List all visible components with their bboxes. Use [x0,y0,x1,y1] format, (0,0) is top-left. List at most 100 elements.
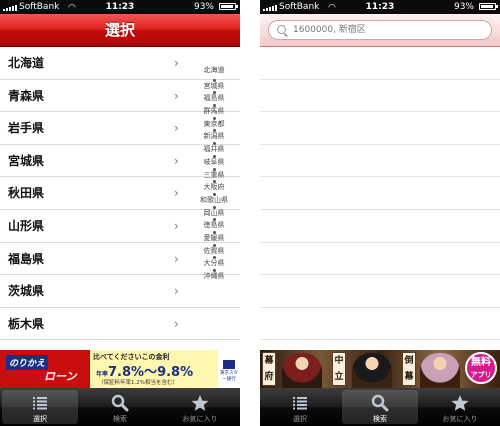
search-field[interactable] [268,20,492,40]
game-ad-tag-tobaku: 倒幕 [402,352,416,386]
section-index-entry[interactable]: 岐阜県 [196,154,232,168]
section-index-label: 愛媛県 [203,233,225,242]
search-input[interactable] [293,23,483,37]
tab-bar: 選択 検索 お気に入り [0,388,240,426]
section-index-label: 北海道 [203,66,225,74]
right-screen: SoftBank ◠ 11:23 93% 幕府 中立 倒幕 無料 アプリ 選択 検… [260,0,500,426]
prefecture-label: 青森県 [8,88,45,103]
free-app-badge-line2: アプリ [470,371,492,379]
section-index-label: 福井県 [203,145,225,154]
chevron-right-icon: › [174,284,179,299]
status-bar: SoftBank ◠ 11:23 93% [260,0,500,14]
empty-row [260,275,500,308]
section-index-entry[interactable]: 大分県 [196,256,232,269]
tab-list[interactable]: 選択 [0,388,80,426]
section-index-label: 岡山県 [203,208,225,217]
star-icon [191,395,209,411]
free-app-badge-line1: 無料 [471,357,491,368]
list-icon [293,397,307,410]
chevron-right-icon: › [174,56,179,70]
section-index-entry[interactable]: 福島県 [196,91,232,104]
game-ad-tag-churitsu: 中立 [332,352,346,386]
battery-level [481,5,494,8]
chevron-right-icon: › [174,153,179,168]
section-index-entry[interactable]: 北海道 [196,66,232,79]
section-index-label: 徳島県 [203,221,225,230]
loan-ad-line2: ローン [44,370,77,383]
section-index-entry[interactable]: 愛媛県 [196,230,232,244]
section-index-entry[interactable]: 徳島県 [196,218,232,231]
battery-percent: 93% [193,2,214,12]
loan-ad-banner[interactable]: のりかえ ローン 比べてくださいこの金利 年率7.8%～9.8% （保証料年率1… [0,350,240,388]
battery-icon [479,3,498,10]
tab-star[interactable]: お気に入り [160,388,240,426]
tab-label: 検索 [373,415,387,423]
section-index-label: 福島県 [203,94,225,103]
game-character-image [420,353,460,388]
empty-row [260,308,500,341]
tab-label: 検索 [113,415,127,423]
bank-logo-icon [223,360,235,369]
section-index[interactable]: 北海道宮城県福島県群馬県東京都新潟県福井県岐阜県三重県大阪府 和歌山県岡山県徳島県… [196,66,232,282]
empty-row [260,47,500,80]
search-icon [371,394,389,412]
empty-row [260,210,500,243]
game-ad-banner[interactable]: 幕府 中立 倒幕 無料 アプリ [260,350,500,388]
game-character-image [352,353,392,388]
section-index-label: 東京都 [203,119,225,128]
prefecture-label: 福島県 [8,251,45,266]
section-index-entry[interactable]: 東京都 [196,116,232,130]
star-icon [451,395,469,411]
search-results-list [260,47,500,341]
empty-row [260,80,500,113]
section-index-entry[interactable]: 岡山県 [196,205,232,219]
tab-label: お気に入り [442,415,478,423]
section-index-entry[interactable]: 群馬県 [196,104,232,117]
tab-list[interactable]: 選択 [260,388,340,426]
prefecture-label: 栃木県 [8,316,45,331]
empty-row [260,243,500,276]
loan-ad-copy: 比べてくださいこの金利 年率7.8%～9.8% （保証料年率1.2%相当を含む） [90,350,218,388]
section-index-entry[interactable]: 沖縄県 [196,269,232,282]
section-index-entry[interactable]: 三重県 [196,167,232,181]
section-index-entry[interactable]: 佐賀県 [196,243,232,257]
battery-percent: 93% [453,2,474,12]
section-index-entry[interactable]: 宮城県 [196,78,232,92]
status-bar: SoftBank ◠ 11:23 93% [0,0,240,14]
search-icon [277,25,286,34]
battery-icon [219,3,238,10]
loan-ad-logo: のりかえ ローン [0,350,90,388]
chevron-right-icon: › [174,316,179,331]
tab-search[interactable]: 検索 [340,388,420,426]
tab-label: お気に入り [182,415,218,423]
section-index-entry[interactable]: 和歌山県 [196,192,232,206]
section-index-label: 三重県 [203,170,225,179]
tab-label: 選択 [33,415,47,423]
section-index-label: 岐阜県 [203,157,225,166]
nav-bar-title: 選択 [0,14,240,47]
section-index-label: 沖縄県 [203,272,225,280]
section-index-label: 新潟県 [203,132,225,141]
chevron-right-icon: › [174,88,179,103]
chevron-right-icon: › [174,121,179,136]
section-index-label: 大分県 [203,259,225,268]
tab-star[interactable]: お気に入り [420,388,500,426]
empty-row [260,177,500,210]
section-index-entry[interactable]: 新潟県 [196,129,232,142]
free-app-badge: 無料 アプリ [465,352,497,384]
tab-search[interactable]: 検索 [80,388,160,426]
chevron-right-icon: › [174,251,179,266]
section-index-entry[interactable]: 福井県 [196,142,232,155]
loan-ad-note: （保証料年率1.2%相当を含む） [98,380,178,386]
prefecture-row[interactable]: 栃木県 › [0,308,240,341]
loan-ad-rate-prefix: 年率 [96,371,109,378]
empty-row [260,112,500,145]
prefecture-label: 茨城県 [8,284,45,299]
tab-label: 選択 [293,415,307,423]
bank-name: 東京スター銀行 [220,371,238,382]
chevron-right-icon: › [174,186,179,201]
section-index-label: 群馬県 [203,107,225,116]
prefecture-label: 北海道 [8,56,45,70]
section-index-label: 大阪府 [203,183,225,192]
section-index-entry[interactable]: 大阪府 [196,180,232,193]
